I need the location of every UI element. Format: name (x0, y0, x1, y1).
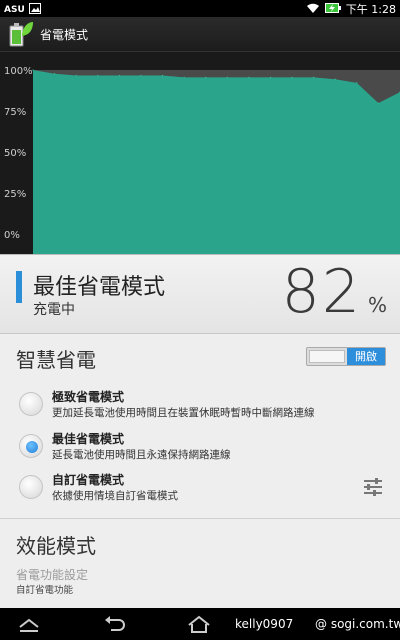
y-tick-label: 75% (4, 107, 27, 118)
battery-data-point (118, 74, 120, 77)
back-icon[interactable] (103, 615, 127, 637)
battery-data-point (356, 82, 358, 84)
battery-data-point (54, 73, 56, 75)
battery-data-point (291, 76, 293, 78)
battery-level-area (33, 70, 400, 254)
option-title: 最佳省電模式 (52, 432, 125, 446)
settings-sliders-icon[interactable] (362, 476, 384, 498)
svg-text:ASUS: ASUS (4, 5, 24, 14)
status-time: 下午 1:28 (345, 3, 396, 16)
status-bar: ASUS 下午 1:28 (0, 0, 400, 17)
toggle-on-label: 開啟 (347, 348, 385, 365)
navigation-bar: kelly0907 @ sogi.com.tw (0, 608, 400, 640)
battery-data-point (334, 78, 336, 80)
radio-button[interactable] (19, 392, 43, 416)
battery-data-point (140, 74, 142, 77)
battery-data-point (183, 76, 185, 78)
mode-name: 最佳省電模式 (33, 275, 166, 300)
smart-saving-toggle[interactable]: 開啟 (306, 347, 386, 366)
radio-button-selected[interactable] (19, 434, 43, 458)
performance-mode-title: 效能模式 (16, 534, 96, 558)
battery-data-point (377, 102, 379, 104)
mode-accent-bar (16, 271, 22, 303)
action-bar: 省電模式 (0, 17, 400, 52)
battery-data-point (313, 76, 315, 78)
option-description: 延長電池使用時間且永遠保持網路連線 (52, 449, 231, 461)
battery-history-chart: 100% 75% 50% 25% 0% (0, 52, 400, 254)
battery-data-point (75, 74, 77, 77)
battery-data-point (248, 76, 250, 78)
custom-power-saving-sublabel: 自訂省電功能 (16, 585, 74, 596)
option-title: 極致省電模式 (52, 390, 125, 404)
option-description: 更加延長電池使用時間且在裝置休眠時暫時中斷網路連線 (52, 407, 315, 419)
y-tick-label: 25% (4, 189, 27, 200)
option-optimized-saving[interactable]: 最佳省電模式 延長電池使用時間且永遠保持網路連線 (0, 427, 400, 467)
radio-button[interactable] (19, 475, 43, 499)
watermark-site: @ sogi.com.tw (315, 617, 400, 631)
option-title: 自訂省電模式 (52, 473, 125, 487)
y-tick-label: 50% (4, 148, 27, 159)
battery-data-point (161, 74, 164, 77)
asus-icon: ASUS (4, 2, 31, 17)
hide-nav-icon[interactable] (18, 615, 40, 637)
charging-status: 充電中 (33, 302, 75, 318)
y-tick-label: 0% (4, 230, 20, 241)
power-saving-settings-label[interactable]: 省電功能設定 (16, 566, 88, 583)
option-custom-saving[interactable]: 自訂省電模式 依據使用情境自訂省電模式 (0, 468, 400, 508)
y-tick-label: 100% (4, 66, 33, 77)
app-title: 省電模式 (40, 27, 89, 42)
battery-data-point (205, 76, 207, 78)
battery-data-point (269, 76, 272, 78)
settings-panel: 智慧省電 開啟 極致省電模式 更加延長電池使用時間且在裝置休眠時暫時中斷網路連線… (0, 334, 400, 608)
home-icon[interactable] (187, 615, 211, 637)
option-description: 依據使用情境自訂省電模式 (52, 490, 178, 502)
current-mode-panel: 最佳省電模式 充電中 82 % (0, 254, 400, 334)
watermark-username: kelly0907 (235, 617, 294, 631)
smart-saving-title: 智慧省電 (16, 348, 96, 372)
battery-leaf-icon[interactable] (8, 20, 34, 48)
image-icon (29, 2, 41, 17)
battery-data-point (97, 74, 99, 77)
option-ultra-saving[interactable]: 極致省電模式 更加延長電池使用時間且在裝置休眠時暫時中斷網路連線 (0, 385, 400, 425)
percent-sign: % (367, 293, 387, 317)
toggle-knob (309, 350, 345, 363)
section-divider (0, 518, 400, 519)
battery-data-point (226, 76, 228, 78)
wifi-icon (306, 2, 320, 17)
battery-charging-icon (324, 2, 341, 17)
battery-percent: 82 (281, 257, 362, 327)
battery-history-svg (32, 69, 400, 254)
